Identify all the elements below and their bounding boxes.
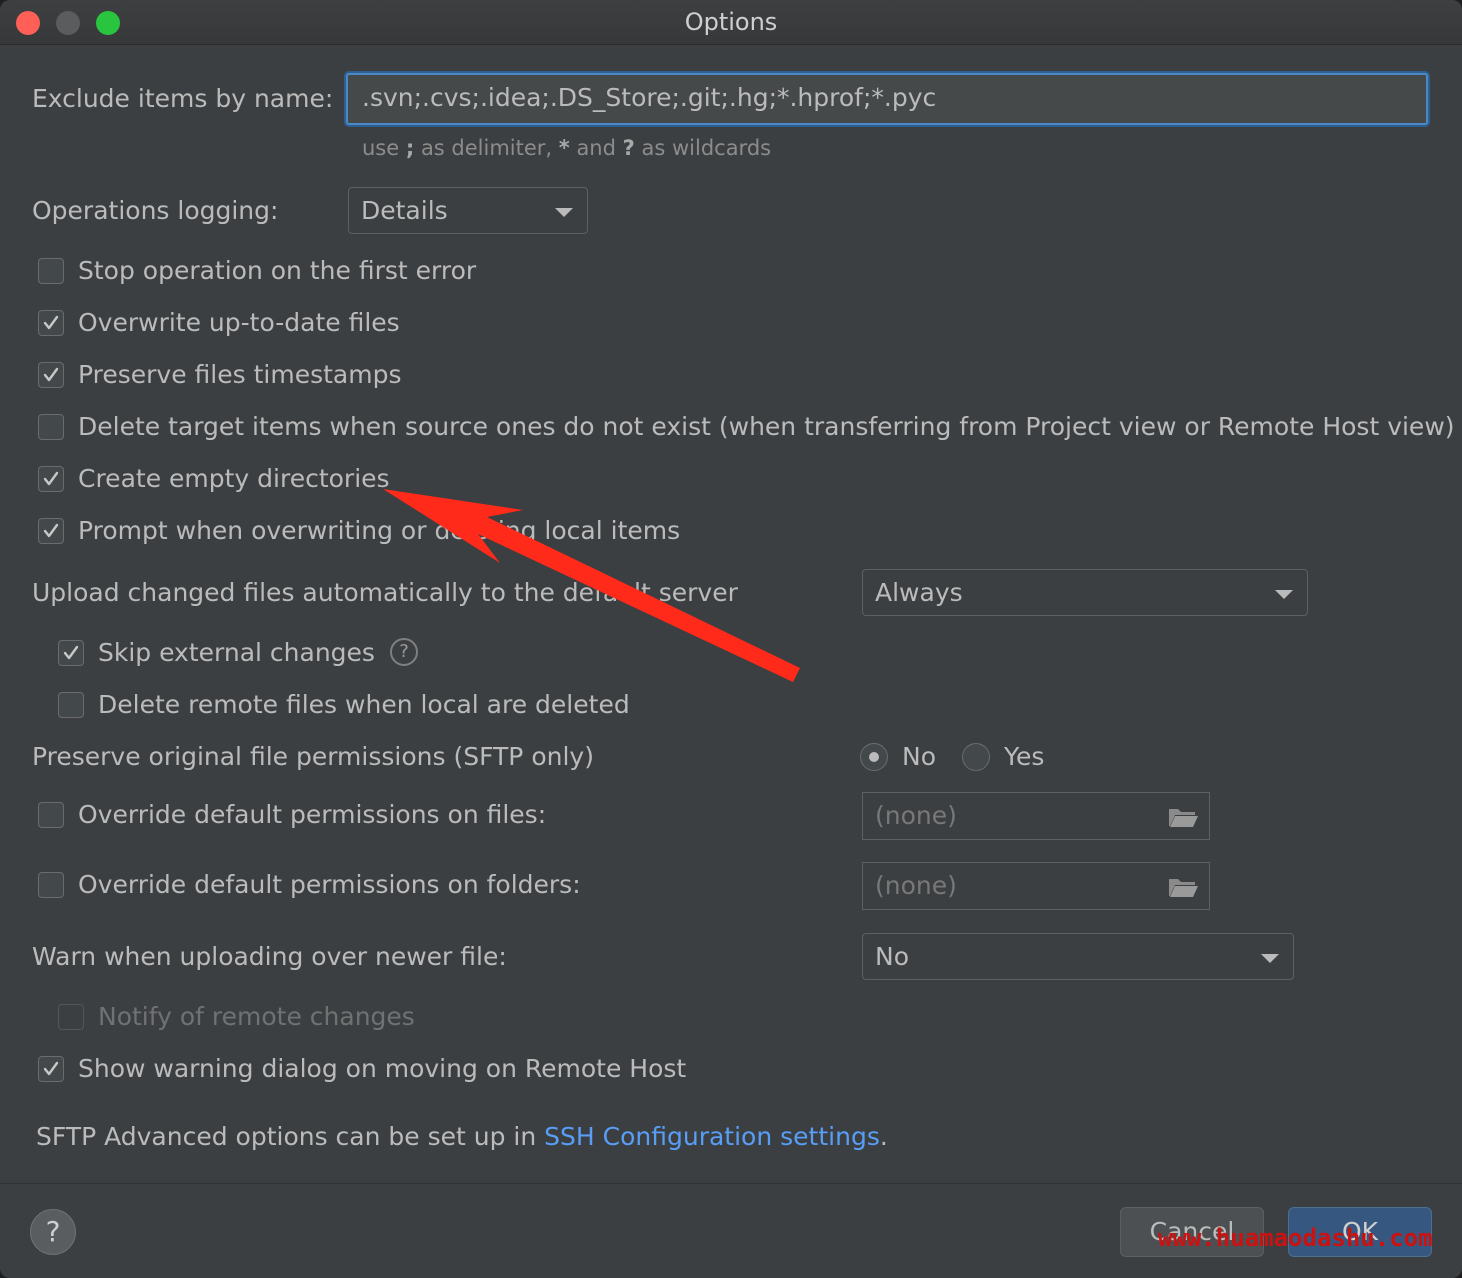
create-empty-dirs-checkbox[interactable] bbox=[38, 466, 64, 492]
warn-newer-select[interactable]: No bbox=[862, 933, 1294, 980]
checkmark-icon bbox=[43, 1061, 59, 1076]
preserve-perms-yes-radio[interactable] bbox=[962, 743, 990, 771]
file-permissions-value: (none) bbox=[875, 801, 957, 830]
footer-divider bbox=[0, 1183, 1462, 1184]
show-warning-checkbox[interactable] bbox=[38, 1056, 64, 1082]
help-button[interactable]: ? bbox=[30, 1209, 76, 1255]
delete-target-label: Delete target items when source ones do … bbox=[78, 412, 1455, 441]
folder-icon[interactable] bbox=[1167, 875, 1199, 903]
prompt-overwrite-checkbox[interactable] bbox=[38, 518, 64, 544]
stop-first-error-label: Stop operation on the first error bbox=[78, 256, 477, 285]
override-folders-checkbox[interactable] bbox=[38, 872, 64, 898]
logging-label: Operations logging: bbox=[32, 196, 279, 225]
preserve-perms-yes-label: Yes bbox=[1004, 742, 1045, 771]
chevron-down-icon bbox=[1261, 954, 1279, 963]
warn-newer-label: Warn when uploading over newer file: bbox=[32, 942, 507, 971]
chevron-down-icon bbox=[555, 208, 573, 217]
exclude-input[interactable]: .svn;.cvs;.idea;.DS_Store;.git;.hg;*.hpr… bbox=[346, 73, 1428, 125]
file-permissions-field[interactable]: (none) bbox=[862, 792, 1210, 840]
checkmark-icon bbox=[43, 471, 59, 486]
chevron-down-icon bbox=[1275, 590, 1293, 599]
logging-select-value: Details bbox=[361, 196, 448, 225]
checkmark-icon bbox=[43, 315, 59, 330]
show-warning-label: Show warning dialog on moving on Remote … bbox=[78, 1054, 687, 1083]
sftp-advanced-text: SFTP Advanced options can be set up in S… bbox=[36, 1122, 888, 1151]
prompt-overwrite-label: Prompt when overwriting or deleting loca… bbox=[78, 516, 681, 545]
create-empty-dirs-label: Create empty directories bbox=[78, 464, 390, 493]
window-title: Options bbox=[684, 8, 778, 36]
logging-select[interactable]: Details bbox=[348, 187, 588, 234]
notify-remote-label: Notify of remote changes bbox=[98, 1002, 415, 1031]
folder-permissions-value: (none) bbox=[875, 871, 957, 900]
skip-external-checkbox[interactable] bbox=[58, 640, 84, 666]
preserve-timestamps-checkbox[interactable] bbox=[38, 362, 64, 388]
checkmark-icon bbox=[63, 645, 79, 660]
checkmark-icon bbox=[43, 367, 59, 382]
warn-newer-select-value: No bbox=[875, 942, 909, 971]
folder-permissions-field[interactable]: (none) bbox=[862, 862, 1210, 910]
preserve-perms-no-label: No bbox=[902, 742, 936, 771]
folder-icon[interactable] bbox=[1167, 805, 1199, 833]
override-files-label: Override default permissions on files: bbox=[78, 800, 547, 829]
preserve-timestamps-label: Preserve files timestamps bbox=[78, 360, 402, 389]
title-bar: Options bbox=[0, 0, 1462, 45]
preserve-perms-label: Preserve original file permissions (SFTP… bbox=[32, 742, 594, 771]
delete-remote-label: Delete remote files when local are delet… bbox=[98, 690, 630, 719]
exclude-input-value: .svn;.cvs;.idea;.DS_Store;.git;.hg;*.hpr… bbox=[362, 83, 937, 112]
override-files-checkbox[interactable] bbox=[38, 802, 64, 828]
checkmark-icon bbox=[43, 523, 59, 538]
options-dialog: Options Exclude items by name: .svn;.cvs… bbox=[0, 0, 1462, 1278]
overwrite-uptodate-checkbox[interactable] bbox=[38, 310, 64, 336]
preserve-perms-no-radio[interactable] bbox=[860, 743, 888, 771]
upload-select-value: Always bbox=[875, 578, 963, 607]
upload-label: Upload changed files automatically to th… bbox=[32, 578, 738, 607]
radio-dot bbox=[869, 752, 879, 762]
stop-first-error-checkbox[interactable] bbox=[38, 258, 64, 284]
exclude-label: Exclude items by name: bbox=[32, 84, 334, 113]
ssh-configuration-link[interactable]: SSH Configuration settings bbox=[544, 1122, 880, 1151]
skip-external-label: Skip external changes bbox=[98, 638, 375, 667]
exclude-hint: use ; as delimiter, * and ? as wildcards bbox=[362, 136, 772, 160]
watermark-text: www.huamaodashu.com bbox=[1158, 1224, 1433, 1252]
question-icon[interactable]: ? bbox=[390, 638, 418, 666]
delete-target-checkbox[interactable] bbox=[38, 414, 64, 440]
notify-remote-checkbox[interactable] bbox=[58, 1004, 84, 1030]
delete-remote-checkbox[interactable] bbox=[58, 692, 84, 718]
override-folders-label: Override default permissions on folders: bbox=[78, 870, 581, 899]
upload-select[interactable]: Always bbox=[862, 569, 1308, 616]
overwrite-uptodate-label: Overwrite up-to-date files bbox=[78, 308, 400, 337]
